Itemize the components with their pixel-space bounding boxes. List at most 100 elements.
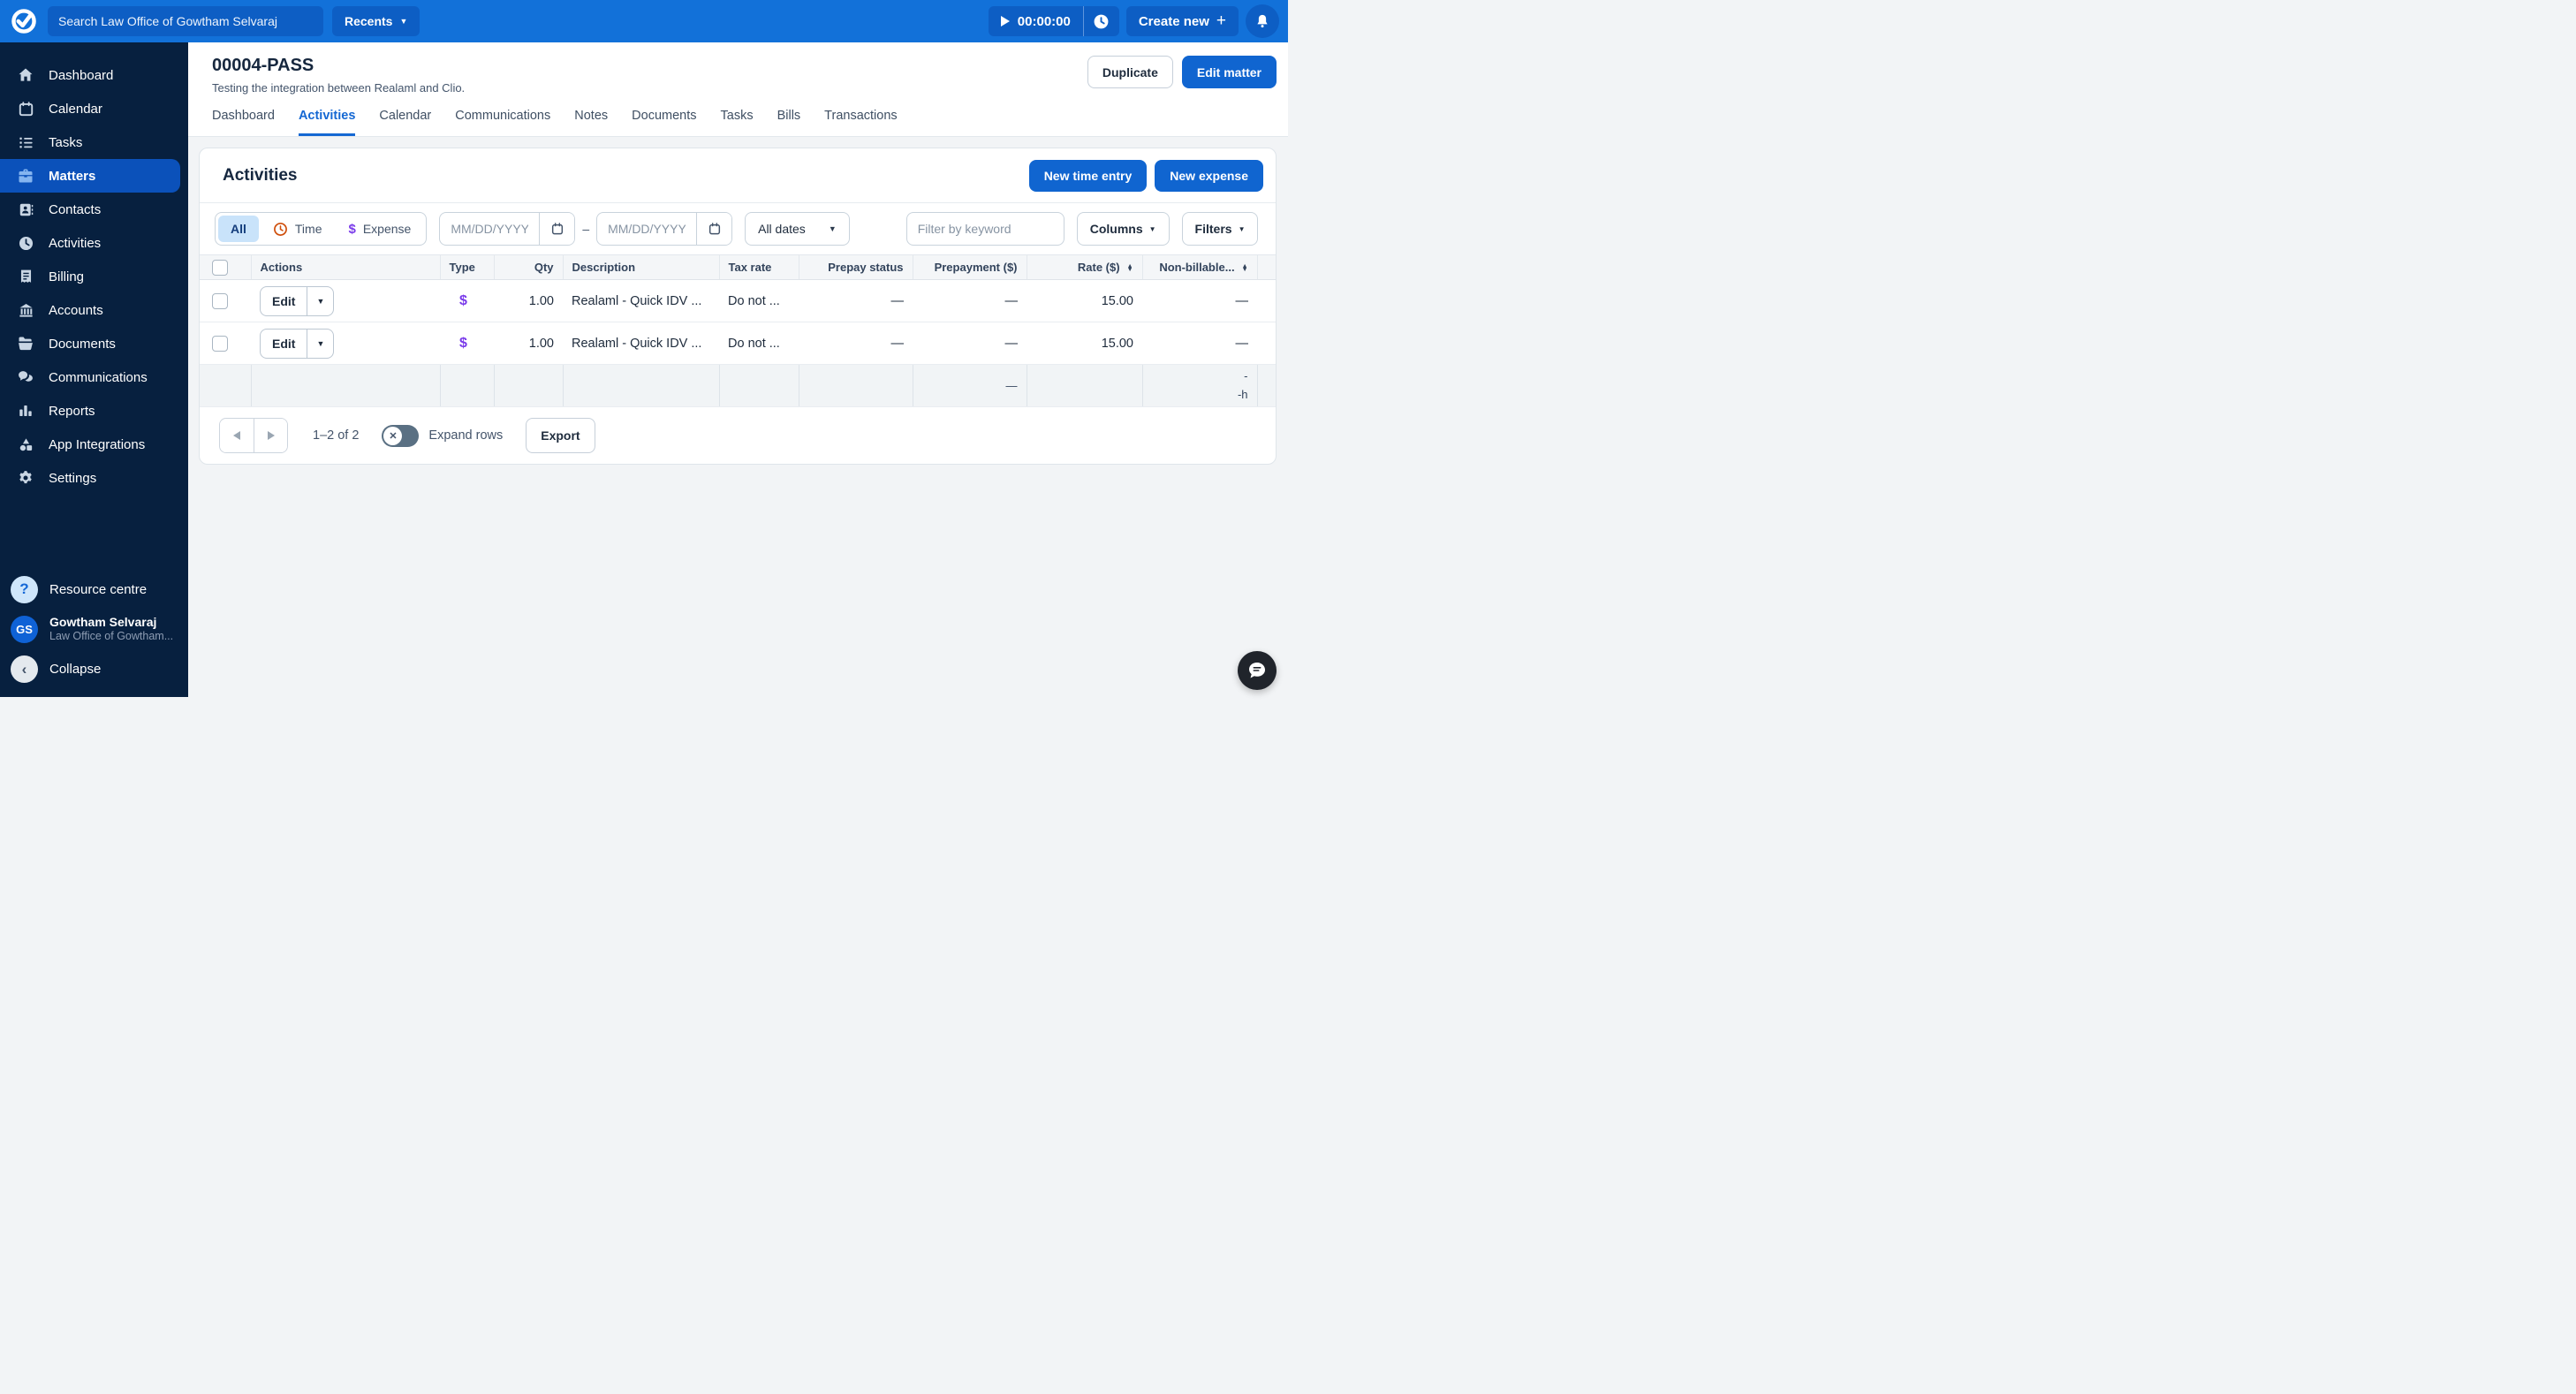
sidebar-item-dashboard[interactable]: Dashboard bbox=[0, 58, 188, 92]
global-search[interactable] bbox=[48, 6, 323, 36]
column-header-non-billable[interactable]: Non-billable...▲▼ bbox=[1142, 255, 1257, 280]
sidebar-item-label: Settings bbox=[49, 471, 96, 486]
segment-all[interactable]: All bbox=[218, 216, 259, 242]
sort-icon[interactable]: ▲▼ bbox=[1127, 265, 1133, 272]
edit-split-button: Edit ▼ bbox=[260, 329, 334, 359]
duplicate-button[interactable]: Duplicate bbox=[1087, 56, 1173, 88]
sidebar-item-app-integrations[interactable]: App Integrations bbox=[0, 428, 188, 461]
column-header-rate[interactable]: Rate ($)▲▼ bbox=[1027, 255, 1142, 280]
sidebar-item-contacts[interactable]: Contacts bbox=[0, 193, 188, 226]
resource-centre-button[interactable]: ? Resource centre bbox=[11, 576, 188, 603]
type-segmented-control: All Time $ Expense bbox=[215, 212, 427, 246]
expand-rows-toggle[interactable]: ✕ bbox=[382, 425, 419, 447]
date-range-select[interactable]: All dates ▼ bbox=[745, 212, 850, 246]
sidebar-item-label: Documents bbox=[49, 337, 116, 352]
new-expense-button[interactable]: New expense bbox=[1155, 160, 1263, 192]
column-header-prepayment: Prepayment ($) bbox=[913, 255, 1027, 280]
select-all-checkbox[interactable] bbox=[212, 260, 228, 276]
next-page-button[interactable] bbox=[254, 419, 287, 452]
segment-time[interactable]: Time bbox=[261, 216, 335, 242]
sidebar-item-matters[interactable]: Matters bbox=[0, 159, 180, 193]
segment-expense[interactable]: $ Expense bbox=[336, 216, 423, 242]
tab-communications[interactable]: Communications bbox=[455, 109, 550, 136]
table-row: Edit ▼ $ 1.00 Realaml - Quick IDV ... Do… bbox=[200, 280, 1277, 322]
chat-widget-button[interactable] bbox=[1238, 651, 1277, 690]
user-name: Gowtham Selvaraj bbox=[49, 615, 173, 631]
tab-dashboard[interactable]: Dashboard bbox=[212, 109, 275, 136]
sidebar-item-accounts[interactable]: Accounts bbox=[0, 293, 188, 327]
row-checkbox[interactable] bbox=[212, 336, 228, 352]
sidebar-item-calendar[interactable]: Calendar bbox=[0, 92, 188, 125]
date-to-calendar-button[interactable] bbox=[696, 213, 731, 245]
chat-bubbles-icon bbox=[16, 367, 35, 387]
tab-tasks[interactable]: Tasks bbox=[721, 109, 754, 136]
tab-transactions[interactable]: Transactions bbox=[824, 109, 897, 136]
tab-documents[interactable]: Documents bbox=[632, 109, 696, 136]
previous-page-button[interactable] bbox=[220, 419, 254, 452]
cell-prepayment: — bbox=[913, 280, 1027, 322]
sidebar-item-settings[interactable]: Settings bbox=[0, 461, 188, 495]
collapse-sidebar-button[interactable]: ‹ Collapse bbox=[11, 655, 188, 683]
date-from-calendar-button[interactable] bbox=[539, 213, 574, 245]
edit-split-button: Edit ▼ bbox=[260, 286, 334, 316]
filters-dropdown-button[interactable]: Filters ▼ bbox=[1182, 212, 1259, 246]
tab-notes[interactable]: Notes bbox=[574, 109, 608, 136]
clio-logo-icon[interactable] bbox=[9, 6, 39, 36]
edit-matter-button[interactable]: Edit matter bbox=[1182, 56, 1277, 88]
matter-description: Testing the integration between Realaml … bbox=[212, 81, 465, 95]
recents-dropdown[interactable]: Recents ▼ bbox=[332, 6, 420, 36]
date-range-value: All dates bbox=[758, 222, 806, 236]
sidebar-item-documents[interactable]: Documents bbox=[0, 327, 188, 360]
sidebar-item-tasks[interactable]: Tasks bbox=[0, 125, 188, 159]
sort-icon[interactable]: ▲▼ bbox=[1242, 265, 1248, 272]
create-new-button[interactable]: Create new + bbox=[1126, 6, 1239, 36]
sidebar-item-reports[interactable]: Reports bbox=[0, 394, 188, 428]
tab-activities[interactable]: Activities bbox=[299, 109, 355, 136]
page-title: 00004-PASS bbox=[212, 56, 465, 76]
home-icon bbox=[16, 65, 35, 85]
export-button[interactable]: Export bbox=[526, 418, 595, 453]
edit-menu-caret[interactable]: ▼ bbox=[307, 330, 333, 358]
columns-dropdown-button[interactable]: Columns ▼ bbox=[1077, 212, 1170, 246]
dollar-icon: $ bbox=[348, 222, 355, 237]
folder-icon bbox=[16, 334, 35, 353]
row-checkbox[interactable] bbox=[212, 293, 228, 309]
timer-start-button[interactable]: 00:00:00 bbox=[989, 14, 1083, 29]
segment-expense-label: Expense bbox=[363, 222, 411, 236]
sidebar-item-label: Communications bbox=[49, 370, 148, 385]
time-clock-icon bbox=[273, 222, 288, 237]
summary-non-billable-hours: -h bbox=[1152, 386, 1248, 405]
date-from-field bbox=[439, 212, 575, 246]
segment-all-label: All bbox=[231, 222, 246, 236]
top-bar: Recents ▼ 00:00:00 Create new + bbox=[0, 0, 1288, 42]
sidebar-item-communications[interactable]: Communications bbox=[0, 360, 188, 394]
chat-bubble-icon bbox=[1246, 660, 1268, 681]
timer-value: 00:00:00 bbox=[1018, 14, 1071, 29]
segment-time-label: Time bbox=[295, 222, 322, 236]
edit-button[interactable]: Edit bbox=[261, 330, 307, 358]
user-organization: Law Office of Gowtham... bbox=[49, 630, 173, 644]
expense-type-icon: $ bbox=[449, 336, 467, 351]
timer-clock-button[interactable] bbox=[1084, 13, 1119, 30]
global-search-input[interactable] bbox=[58, 14, 313, 28]
cell-rate: 15.00 bbox=[1027, 280, 1142, 322]
matter-tabs: Dashboard Activities Calendar Communicat… bbox=[212, 109, 1277, 136]
sidebar-item-billing[interactable]: Billing bbox=[0, 260, 188, 293]
expand-rows-label: Expand rows bbox=[428, 428, 503, 443]
keyword-filter-input[interactable] bbox=[906, 212, 1064, 246]
edit-button[interactable]: Edit bbox=[261, 287, 307, 315]
date-from-input[interactable] bbox=[440, 222, 539, 236]
edit-menu-caret[interactable]: ▼ bbox=[307, 287, 333, 315]
calendar-icon bbox=[708, 222, 722, 236]
tab-bills[interactable]: Bills bbox=[777, 109, 801, 136]
sidebar-item-activities[interactable]: Activities bbox=[0, 226, 188, 260]
user-menu[interactable]: GS Gowtham Selvaraj Law Office of Gowtha… bbox=[11, 615, 188, 644]
date-to-field bbox=[596, 212, 732, 246]
section-title: Activities bbox=[223, 166, 297, 186]
tab-calendar[interactable]: Calendar bbox=[379, 109, 431, 136]
new-time-entry-button[interactable]: New time entry bbox=[1029, 160, 1148, 192]
notifications-button[interactable] bbox=[1246, 4, 1279, 38]
sidebar-item-label: Contacts bbox=[49, 202, 101, 217]
date-to-input[interactable] bbox=[597, 222, 696, 236]
sidebar-item-label: App Integrations bbox=[49, 437, 145, 452]
